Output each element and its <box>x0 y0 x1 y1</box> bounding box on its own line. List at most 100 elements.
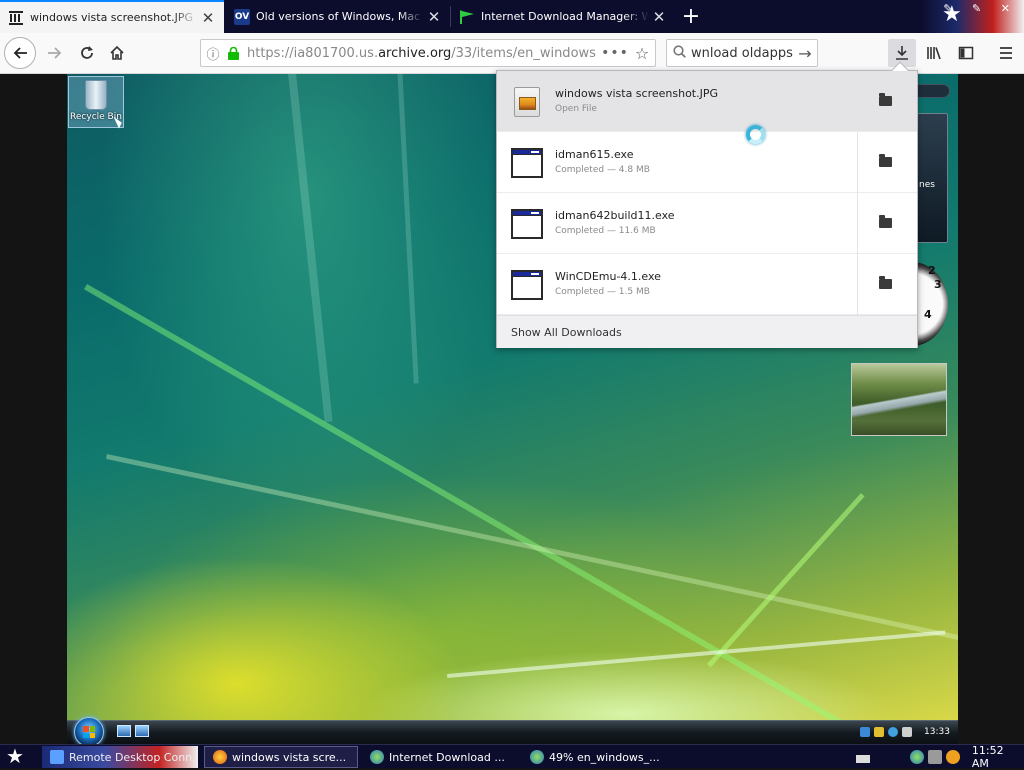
download-item[interactable]: idman642build11.exe Completed — 11.6 MB <box>497 193 917 254</box>
download-status: Completed — 1.5 MB <box>555 287 650 297</box>
taskbar-button-label: Remote Desktop Conn... <box>69 750 198 764</box>
firefox-icon <box>213 750 227 764</box>
new-tab-button[interactable]: + <box>676 0 706 33</box>
download-status: Completed — 4.8 MB <box>555 165 650 175</box>
jpg-file-icon <box>511 87 543 117</box>
forward-arrow-icon <box>48 47 62 59</box>
bookmark-star-icon[interactable]: ☆ <box>629 44 655 63</box>
home-button[interactable] <box>102 38 132 68</box>
download-status: Open File <box>555 104 597 114</box>
tab-strip: windows vista screenshot.JPG (JPEG ✕ OV … <box>0 0 1024 33</box>
search-go-icon[interactable]: → <box>793 44 817 63</box>
download-item[interactable]: idman615.exe Completed — 4.8 MB <box>497 132 917 193</box>
show-all-downloads-button[interactable]: Show All Downloads <box>497 315 917 348</box>
info-icon[interactable]: ⓘ <box>201 44 225 63</box>
remote-desktop-banner: ★ ✎ ✎ ✕ <box>920 0 1024 33</box>
download-status: Completed — 11.6 MB <box>555 226 656 236</box>
tab-idm[interactable]: Internet Download Manager: Welco ✕ <box>451 0 675 33</box>
volume-icon[interactable] <box>902 727 912 737</box>
taskbar-button-label: windows vista scre... <box>232 750 347 764</box>
vista-system-tray: 13:33 <box>858 721 958 743</box>
taskbar-button-remote-desktop[interactable]: Remote Desktop Conn... <box>42 746 198 768</box>
taskbar-button-idm[interactable]: Internet Download ... <box>362 746 518 768</box>
idm-icon <box>459 9 475 25</box>
idm-tray-icon[interactable] <box>909 750 924 764</box>
recycle-bin-icon <box>85 80 107 110</box>
open-folder-icon[interactable] <box>877 93 893 109</box>
download-filename: idman642build11.exe <box>555 209 675 222</box>
downloads-panel: windows vista screenshot.JPG Open File i… <box>496 61 918 348</box>
open-folder-icon[interactable] <box>877 154 893 170</box>
home-icon <box>110 45 124 60</box>
download-item[interactable]: windows vista screenshot.JPG Open File <box>497 71 917 132</box>
light-beam <box>287 74 333 423</box>
tab-title: Internet Download Manager: Welco <box>481 10 649 23</box>
exe-file-icon <box>511 209 543 239</box>
page-actions-icon[interactable]: ••• <box>601 45 629 61</box>
reload-icon <box>81 46 93 59</box>
search-icon <box>667 44 691 62</box>
url-domain: archive.org <box>378 45 452 61</box>
hamburger-menu-icon <box>1000 47 1012 59</box>
tab-title: Old versions of Windows, Mac and <box>256 10 424 23</box>
left-margin <box>0 74 67 744</box>
ov-icon: OV <box>234 8 250 25</box>
taskbar-button-download-progress[interactable]: 49% en_windows_... <box>522 746 662 768</box>
open-folder-icon[interactable] <box>877 215 893 231</box>
nav-toolbar: ⓘ https://ia801700.us.archive.org/33/ite… <box>0 33 1024 74</box>
busy-spinner-icon <box>746 125 765 144</box>
menu-button[interactable] <box>992 39 1020 67</box>
divider <box>857 254 858 315</box>
switch-windows-icon[interactable] <box>135 725 149 737</box>
archive-icon <box>8 10 24 26</box>
url-prefix: https://ia801700.us. <box>247 45 379 61</box>
download-item[interactable]: WinCDEmu-4.1.exe Completed — 1.5 MB <box>497 254 917 315</box>
sidebar-button[interactable] <box>952 39 980 67</box>
close-tab-icon[interactable]: ✕ <box>649 8 669 26</box>
tray-app-icon[interactable] <box>874 727 884 737</box>
exe-file-icon <box>511 270 543 300</box>
back-arrow-icon <box>13 47 27 59</box>
back-button[interactable] <box>4 37 36 69</box>
search-input[interactable]: wnload oldapps <box>691 46 793 61</box>
forward-button[interactable] <box>40 38 70 68</box>
clock-number: 3 <box>934 278 942 291</box>
tab-archive-image[interactable]: windows vista screenshot.JPG (JPEG ✕ <box>0 0 224 33</box>
start-star-icon[interactable]: ★ <box>6 745 24 768</box>
close-tab-icon[interactable]: ✕ <box>198 9 218 27</box>
idm-globe-icon <box>530 750 544 764</box>
right-margin <box>958 74 1024 744</box>
clock-number: 4 <box>924 308 932 321</box>
network-icon[interactable] <box>860 727 870 737</box>
lock-icon[interactable] <box>225 45 241 61</box>
keyboard-icon[interactable] <box>856 755 870 763</box>
search-bar[interactable]: wnload oldapps → <box>666 39 818 67</box>
light-beam <box>397 74 419 384</box>
light-swoosh <box>84 284 867 720</box>
network-tray-icon[interactable] <box>927 750 942 764</box>
tab-oldversion[interactable]: OV Old versions of Windows, Mac and ✕ <box>226 0 450 33</box>
start-orb-button[interactable] <box>74 717 104 747</box>
vista-clock[interactable]: 13:33 <box>924 727 950 737</box>
window-controls-icon[interactable]: ✎ ✎ ✕ <box>943 2 1018 15</box>
download-filename: WinCDEmu-4.1.exe <box>555 270 661 283</box>
taskbar-button-firefox[interactable]: windows vista scre... <box>204 746 358 768</box>
globe-icon[interactable] <box>888 727 898 737</box>
close-tab-icon[interactable]: ✕ <box>424 8 444 26</box>
vista-taskbar <box>67 720 958 744</box>
host-taskbar: ★ Remote Desktop Conn... windows vista s… <box>0 744 1024 770</box>
search-tray-icon[interactable] <box>945 750 960 764</box>
library-button[interactable] <box>920 39 948 67</box>
host-clock[interactable]: 11:52 AM <box>972 744 1024 770</box>
download-filename: idman615.exe <box>555 148 634 161</box>
url-text[interactable]: https://ia801700.us.archive.org/33/items… <box>247 46 601 61</box>
taskbar-button-label: 49% en_windows_... <box>549 750 660 764</box>
clock-number: 2 <box>928 264 936 277</box>
show-desktop-icon[interactable] <box>117 725 131 737</box>
open-folder-icon[interactable] <box>877 276 893 292</box>
reload-button[interactable] <box>72 38 102 68</box>
download-icon <box>896 46 908 60</box>
url-bar[interactable]: ⓘ https://ia801700.us.archive.org/33/ite… <box>200 39 656 67</box>
sidebar-icon <box>958 46 974 60</box>
slideshow-gadget-photo[interactable] <box>851 363 947 436</box>
